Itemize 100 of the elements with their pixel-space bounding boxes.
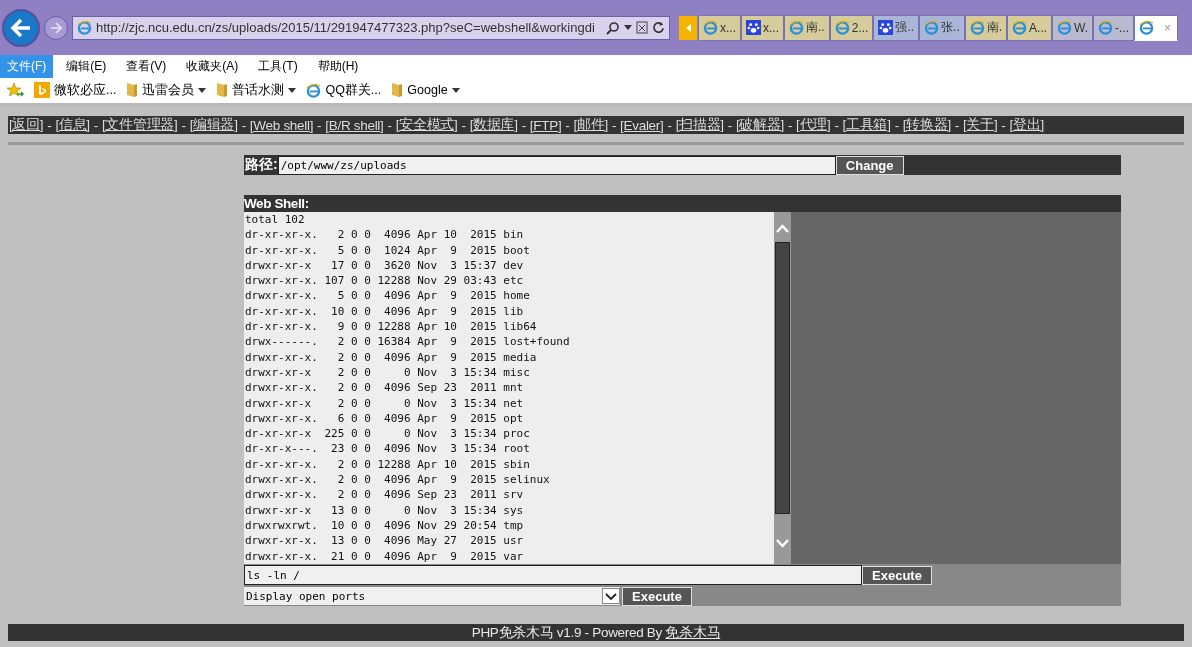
- separator-text: -: [954, 117, 960, 133]
- ie-icon: [77, 20, 92, 35]
- command-field[interactable]: ls -ln /: [244, 565, 862, 585]
- ie-icon: [703, 20, 718, 35]
- tab-scroll-button[interactable]: [678, 14, 698, 41]
- ie-icon: [1098, 20, 1114, 35]
- separator-text: -: [387, 117, 392, 133]
- browser-tab[interactable]: 南.: [964, 14, 1008, 41]
- browser-tab[interactable]: x...: [698, 14, 741, 41]
- favorite-link[interactable]: QQ群关...: [306, 81, 382, 99]
- bing-icon: [34, 82, 50, 98]
- browser-tab[interactable]: 南..: [784, 14, 830, 41]
- change-button[interactable]: Change: [835, 155, 904, 175]
- footer-link[interactable]: 免杀木马: [665, 623, 721, 642]
- scrollbar[interactable]: [774, 212, 791, 564]
- browser-tab[interactable]: 2...: [829, 14, 874, 41]
- output-line: drwxr-xr-x. 13 0 0 4096 May 27 2015 usr: [245, 533, 525, 549]
- folder-icon: [391, 82, 404, 98]
- preset-select[interactable]: Display open ports: [244, 587, 620, 605]
- back-button[interactable]: [2, 8, 40, 47]
- nav-link[interactable]: [Evaler]: [620, 117, 664, 133]
- separator-text: -: [181, 117, 186, 133]
- browser-tab[interactable]: A...: [1007, 14, 1053, 41]
- browser-tab[interactable]: 张..: [919, 14, 965, 41]
- favorite-link[interactable]: 普话水测: [216, 81, 297, 99]
- output-line: drwxr-xr-x. 2 0 0 4096 Sep 23 2011 mnt: [245, 380, 525, 396]
- nav-link[interactable]: [破解器]: [735, 116, 784, 134]
- back-arrow-icon: [10, 17, 32, 38]
- path-field[interactable]: /opt/www/zs/uploads: [277, 155, 836, 175]
- output-line: drwxr-xr-x 2 0 0 0 Nov 3 15:34 misc: [245, 364, 531, 381]
- favorites-star-icon[interactable]: [6, 82, 24, 98]
- menu-item[interactable]: 查看(V): [119, 54, 174, 78]
- browser-tab[interactable]: x...: [741, 14, 785, 41]
- footer-text: PHP免杀木马 v1.9 - Powered By: [471, 623, 663, 642]
- nav-link[interactable]: [代理]: [796, 116, 831, 134]
- folder-icon: [216, 82, 229, 98]
- ie-icon: [1057, 20, 1073, 35]
- nav-link[interactable]: [安全模式]: [395, 116, 458, 134]
- address-bar[interactable]: http://zjc.ncu.edu.cn/zs/uploads/2015/11/291947477323.php?seC=webshell&workingdi: [72, 15, 670, 40]
- menu-item[interactable]: 工具(T): [251, 54, 305, 78]
- scroll-up-icon[interactable]: [776, 224, 789, 233]
- nav-link[interactable]: [文件管理器]: [102, 116, 178, 134]
- search-icon: [606, 20, 620, 35]
- output-line: dr-xr-xr-x. 9 0 0 12288 Apr 10 2015 lib64: [245, 319, 538, 335]
- nav-link[interactable]: [Web shell]: [249, 117, 314, 133]
- favorite-link[interactable]: 微软必应...: [34, 81, 117, 99]
- menu-item[interactable]: 收藏夹(A): [179, 54, 246, 78]
- browser-tab[interactable]: -...: [1093, 14, 1135, 41]
- output-line: drwxr-xr-x 13 0 0 0 Nov 3 15:34 sys: [245, 502, 525, 518]
- nav-link[interactable]: [FTP]: [529, 117, 562, 133]
- nav-link[interactable]: [工具箱]: [842, 116, 891, 134]
- menu-item[interactable]: 编辑(E): [59, 54, 114, 78]
- favorite-link[interactable]: Google: [391, 82, 460, 98]
- execute-button[interactable]: Execute: [862, 565, 932, 585]
- nav-link[interactable]: [编辑器]: [189, 116, 238, 134]
- ie-icon: [1139, 20, 1155, 35]
- ie-icon: [969, 20, 985, 35]
- nav-link[interactable]: [邮件]: [573, 116, 608, 134]
- output-line: drwxr-xr-x. 21 0 0 4096 Apr 9 2015 var: [245, 548, 525, 564]
- output-line: dr-xr-xr-x. 5 0 0 1024 Apr 9 2015 boot: [245, 242, 531, 258]
- nav-link[interactable]: [B/R shell]: [325, 117, 384, 133]
- output-line: drwxr-xr-x. 2 0 0 4096 Sep 23 2011 srv: [245, 487, 525, 503]
- nav-link[interactable]: [数据库]: [469, 116, 518, 134]
- forward-button[interactable]: [44, 15, 68, 40]
- output-line: dr-xr-xr-x 225 0 0 0 Nov 3 15:34 proc: [245, 426, 531, 442]
- separator-text: -: [834, 117, 839, 133]
- ie-icon: [834, 20, 850, 35]
- output-line: drwxr-xr-x. 2 0 0 4096 Apr 9 2015 media: [245, 349, 538, 365]
- compat-icon: [636, 21, 648, 34]
- ie-icon: [924, 20, 940, 35]
- paw-icon: [878, 20, 894, 35]
- output-line: dr-xr-xr-x. 2 0 0 12288 Apr 10 2015 sbin: [245, 456, 531, 473]
- browser-tab[interactable]: W.: [1052, 14, 1094, 41]
- output-line: dr-xr-xr-x. 2 0 0 4096 Apr 10 2015 bin: [245, 227, 525, 243]
- separator-text: -: [241, 117, 246, 133]
- nav-link[interactable]: [关于]: [963, 116, 998, 134]
- separator-text: -: [1001, 117, 1006, 133]
- scroll-down-icon[interactable]: [776, 539, 789, 548]
- menu-item[interactable]: 帮助(H): [310, 54, 366, 78]
- nav-link[interactable]: [登出]: [1009, 116, 1044, 134]
- favorite-link[interactable]: 迅雷会员: [126, 81, 207, 99]
- separator-text: -: [521, 117, 526, 133]
- browser-tab[interactable]: 强..: [873, 14, 920, 41]
- nav-link[interactable]: [信息]: [55, 116, 90, 134]
- separator-text: -: [894, 117, 899, 133]
- output-line: drwxrwxrwt. 10 0 0 4096 Nov 29 20:54 tmp: [245, 517, 525, 534]
- separator-text: -: [47, 117, 52, 133]
- separator-text: -: [787, 117, 793, 133]
- output-line: drwx------. 2 0 0 16384 Apr 9 2015 lost+found: [245, 334, 571, 350]
- separator-text: -: [93, 117, 99, 133]
- output-line: dr-xr-x---. 23 0 0 4096 Nov 3 15:34 root: [245, 441, 531, 457]
- separator-text: -: [461, 117, 466, 133]
- separator-text: -: [727, 117, 732, 133]
- nav-link[interactable]: [转换器]: [902, 116, 951, 134]
- execute-button[interactable]: Execute: [622, 586, 692, 606]
- output-line: total 102: [245, 212, 306, 228]
- nav-link[interactable]: [返回]: [9, 116, 44, 134]
- nav-link[interactable]: [扫描器]: [675, 116, 724, 134]
- output-line: drwxr-xr-x 17 0 0 3620 Nov 3 15:37 dev: [245, 257, 525, 274]
- left-triangle-icon: [685, 23, 691, 32]
